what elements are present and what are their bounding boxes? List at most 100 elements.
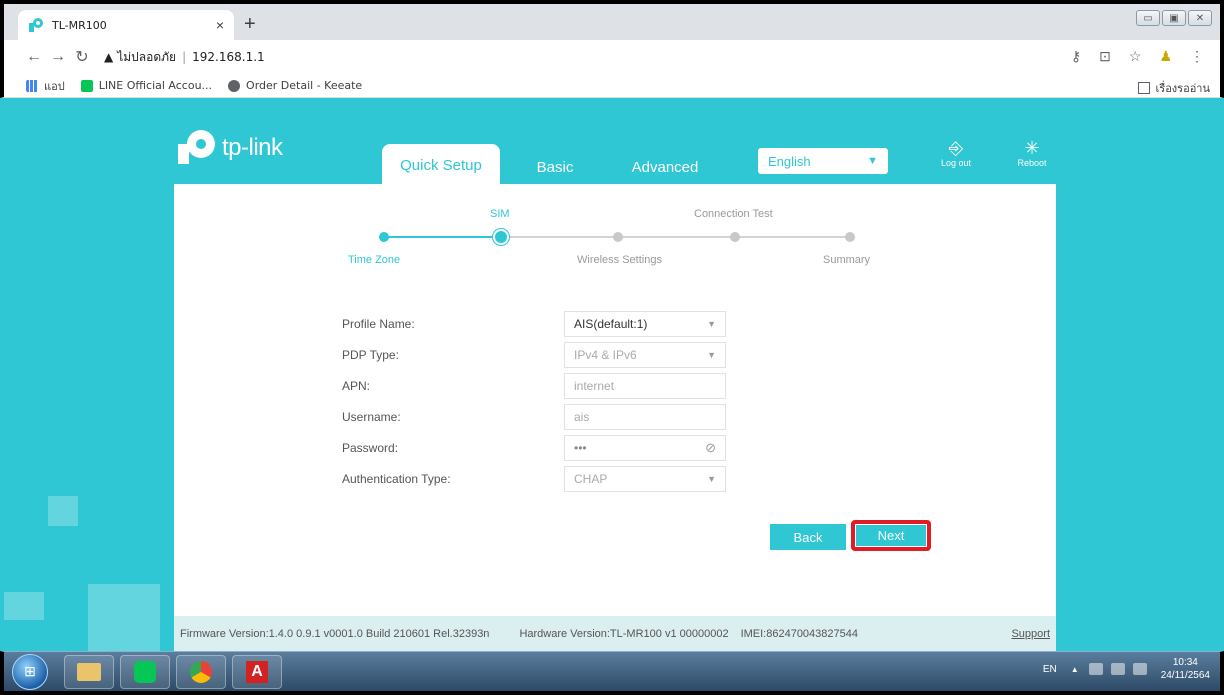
apn-field[interactable]: internet: [564, 373, 726, 399]
step-dot-wireless: [613, 232, 623, 242]
taskbar-app[interactable]: A: [232, 654, 282, 689]
tab-close-icon[interactable]: ×: [216, 17, 224, 33]
step-label-time-zone: Time Zone: [348, 254, 401, 266]
window-controls: ▭ ▣ ✕: [1136, 10, 1212, 26]
forward-arrow-icon[interactable]: →: [46, 48, 70, 66]
imei: IMEI:862470043827544: [740, 627, 858, 640]
bookmark-apps[interactable]: แอป: [26, 77, 65, 95]
tp-link-logo: tp-link: [174, 130, 283, 166]
taskbar-line[interactable]: [120, 654, 170, 689]
tab-basic[interactable]: Basic: [500, 148, 610, 186]
key-icon[interactable]: ⚷: [1071, 48, 1081, 65]
maximize-icon[interactable]: ▣: [1162, 10, 1186, 26]
tab-title: TL-MR100: [52, 18, 107, 32]
row-pdp-type: PDP Type: IPv4 & IPv6 ▼: [342, 341, 742, 369]
bookmark-star-icon[interactable]: ☆: [1129, 48, 1142, 65]
bookmark-order-detail[interactable]: Order Detail - Keeate: [228, 79, 362, 92]
progress-line-done: [384, 236, 501, 238]
extension-icon[interactable]: ♟: [1159, 48, 1172, 65]
next-button[interactable]: Next: [856, 525, 926, 546]
taskbar-chrome[interactable]: [176, 654, 226, 689]
decorative-square: [48, 496, 78, 526]
reading-list-icon: [1137, 82, 1150, 94]
volume-icon[interactable]: [1132, 663, 1147, 675]
chevron-down-icon: ▼: [867, 155, 878, 167]
password-value: •••: [574, 441, 587, 455]
tab-advanced[interactable]: Advanced: [610, 148, 720, 186]
bookmark-label: LINE Official Accou...: [98, 79, 213, 92]
pdp-type-select[interactable]: IPv4 & IPv6 ▼: [564, 342, 726, 368]
red-a-app-icon: A: [246, 660, 268, 683]
tp-link-favicon-icon: [28, 17, 44, 33]
auth-type-select[interactable]: CHAP ▼: [564, 466, 726, 492]
password-field[interactable]: ••• ⊘: [564, 435, 726, 461]
row-profile-name: Profile Name: AIS(default:1) ▼: [342, 310, 742, 338]
router-admin-page: tp-link Quick Setup Basic Advanced Engli…: [4, 98, 1220, 651]
clock-date: 24/11/2564: [1160, 670, 1210, 681]
progress-line-pending: [501, 236, 848, 238]
pdp-type-label: PDP Type:: [342, 348, 399, 362]
username-label: Username:: [342, 410, 401, 424]
password-label: Password:: [342, 441, 399, 455]
clock-time: 10:34: [1172, 657, 1198, 668]
back-arrow-icon[interactable]: ←: [22, 48, 46, 66]
username-field[interactable]: ais: [564, 404, 726, 430]
browser-tab[interactable]: TL-MR100 ×: [18, 10, 234, 40]
setup-progress: SIM Connection Test Time Zone Wireless S…: [174, 184, 1056, 266]
chevron-down-icon: ▼: [707, 350, 716, 360]
reading-list-label: เรื่องรออ่าน: [1155, 82, 1210, 95]
address-bar[interactable]: ▲ ไม่ปลอดภัย | 192.168.1.1: [104, 48, 265, 67]
decorative-square: [4, 592, 44, 620]
hardware-version: Hardware Version:TL-MR100 v1 00000002: [519, 627, 729, 640]
close-window-icon[interactable]: ✕: [1188, 10, 1212, 26]
clock[interactable]: 10:34 24/11/2564: [1161, 656, 1210, 682]
back-button[interactable]: Back: [770, 524, 846, 550]
step-label-sim: SIM: [490, 208, 510, 220]
reboot-icon: ✳: [1024, 138, 1040, 158]
input-language[interactable]: EN: [1043, 664, 1057, 675]
profile-name-select[interactable]: AIS(default:1) ▼: [564, 311, 726, 337]
translate-icon[interactable]: ⊡: [1099, 48, 1111, 65]
line-app-icon: [134, 660, 156, 683]
show-hidden-icons-icon[interactable]: ▲: [1071, 665, 1079, 674]
row-auth-type: Authentication Type: CHAP ▼: [342, 465, 742, 493]
profile-name-label: Profile Name:: [342, 317, 415, 331]
pdp-type-value: IPv4 & IPv6: [574, 348, 637, 362]
system-tray: EN ▲ 10:34 24/11/2564: [1043, 656, 1210, 682]
chrome-icon: [190, 660, 212, 683]
minimize-icon[interactable]: ▭: [1136, 10, 1160, 26]
firmware-version: Firmware Version:1.4.0 0.9.1 v0001.0 Bui…: [180, 627, 490, 640]
bookmark-label: Order Detail - Keeate: [246, 79, 363, 92]
support-link[interactable]: Support: [1011, 628, 1050, 640]
reload-icon[interactable]: ↻: [70, 47, 94, 67]
menu-kebab-icon[interactable]: ⋮: [1190, 48, 1204, 65]
start-button[interactable]: ⊞: [12, 653, 48, 690]
screen: TL-MR100 × + ▭ ▣ ✕ ← → ↻ ▲ ไม่ปลอดภัย | …: [0, 0, 1224, 695]
security-status[interactable]: ไม่ปลอดภัย: [117, 48, 176, 67]
tab-quick-setup[interactable]: Quick Setup: [382, 144, 500, 186]
new-tab-button[interactable]: +: [244, 14, 256, 34]
warning-icon[interactable]: ▲: [104, 50, 113, 64]
decorative-square: [88, 584, 160, 651]
url-text[interactable]: 192.168.1.1: [192, 50, 265, 64]
language-select[interactable]: English ▼: [758, 148, 888, 174]
bookmark-line[interactable]: LINE Official Accou...: [80, 79, 213, 92]
bookmarks-bar: แอป LINE Official Accou... Order Detail …: [0, 74, 1224, 98]
reading-list-button[interactable]: เรื่องรออ่าน: [1137, 79, 1210, 97]
reboot-button[interactable]: ✳ Reboot: [1012, 138, 1052, 168]
network-icon[interactable]: [1088, 663, 1103, 675]
taskbar-explorer[interactable]: [64, 654, 114, 689]
line-icon: [80, 79, 93, 92]
step-label-wireless-settings: Wireless Settings: [577, 254, 662, 266]
address-separator: |: [182, 50, 187, 64]
apn-value: internet: [574, 379, 615, 393]
action-center-icon[interactable]: [1110, 663, 1125, 675]
logout-label: Log out: [940, 158, 972, 168]
row-username: Username: ais: [342, 403, 742, 431]
eye-hidden-icon[interactable]: ⊘: [705, 440, 716, 456]
tp-link-logo-icon: [174, 130, 218, 166]
logout-button[interactable]: ⎆ Log out: [936, 138, 976, 168]
next-button-highlight: Next: [851, 520, 931, 551]
chevron-down-icon: ▼: [707, 474, 716, 484]
step-dot-summary: [845, 232, 855, 242]
